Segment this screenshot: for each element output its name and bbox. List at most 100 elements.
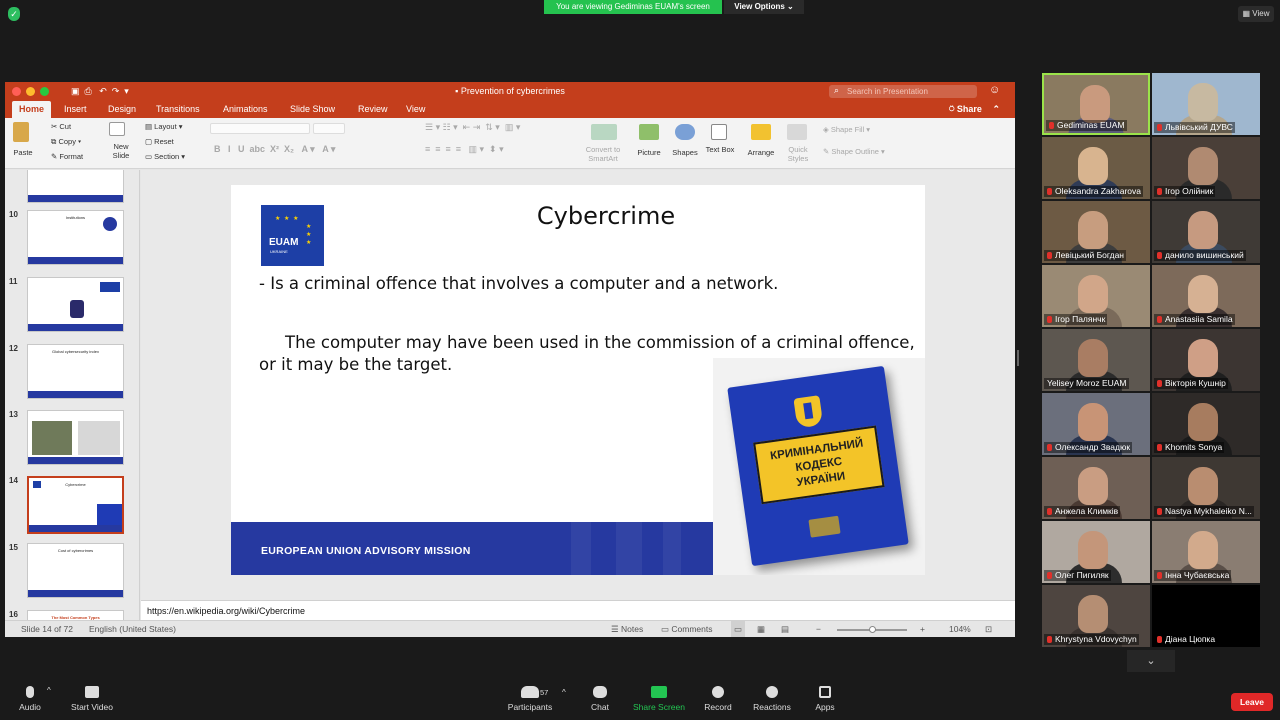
font-family-select[interactable] [210, 123, 310, 134]
section-button[interactable]: ▭ Section ▾ [145, 152, 185, 161]
tab-insert[interactable]: Insert [57, 101, 94, 118]
language-indicator[interactable]: English (United States) [89, 621, 176, 637]
audio-options-caret[interactable]: ^ [47, 686, 51, 695]
shape-fill-button[interactable]: ◈ Shape Fill ▾ [823, 125, 870, 134]
participants-button[interactable]: Participants [495, 682, 565, 712]
copy-button[interactable]: ⧉ Copy ▾ [51, 137, 81, 146]
view-options-button[interactable]: View Options ⌄ [724, 0, 804, 14]
decor-stripe [663, 522, 681, 575]
participant-tile[interactable]: Діана Цюпка [1152, 585, 1260, 647]
quick-styles-icon[interactable] [787, 124, 807, 140]
tab-animations[interactable]: Animations [216, 101, 275, 118]
participant-tile[interactable]: Олег Пигиляк [1042, 521, 1150, 583]
participant-tile[interactable]: Nastya Mykhaleiko N... [1152, 457, 1260, 519]
security-shield-icon[interactable]: ✓ [8, 7, 20, 21]
participant-tile[interactable]: Анжела Климків [1042, 457, 1150, 519]
picture-icon[interactable] [639, 124, 659, 140]
slide-sorter-icon[interactable]: ▦ [757, 621, 765, 637]
participant-tile[interactable]: Oleksandra Zakharova [1042, 137, 1150, 199]
alignment-buttons[interactable]: ≡ ≡ ≡ ≡ ▥ ▾ ⬍ ▾ [425, 145, 504, 154]
participant-tile[interactable]: Khrystyna Vdovychyn [1042, 585, 1150, 647]
text-format-buttons[interactable]: B I U abc X² X₂ A ▾ A ▾ [214, 145, 335, 154]
shape-outline-button[interactable]: ✎ Shape Outline ▾ [823, 147, 885, 156]
slide-title[interactable]: Cybercrime [471, 202, 741, 230]
slide-thumbnail-panel[interactable]: 10 Institutions 11 12 Global cybersecuri… [5, 170, 140, 620]
share-button[interactable]: ⍥ Share ⌃ [949, 101, 1000, 118]
tab-transitions[interactable]: Transitions [149, 101, 207, 118]
participant-tile[interactable]: Вікторія Кушнір [1152, 329, 1260, 391]
paste-icon[interactable] [13, 122, 29, 142]
shapes-label[interactable]: Shapes [669, 148, 701, 157]
quick-styles-label[interactable]: Quick Styles [781, 145, 815, 163]
font-size-select[interactable] [313, 123, 345, 134]
audio-button[interactable]: Audio [0, 682, 65, 712]
participant-name-text: данило вишинський [1165, 250, 1244, 260]
apps-button[interactable]: Apps [790, 682, 860, 712]
tab-home[interactable]: Home [12, 101, 52, 118]
participant-tile[interactable]: Ігор Палянчк [1042, 265, 1150, 327]
slide-thumbnail-10[interactable]: Institutions [27, 210, 124, 265]
view-button[interactable]: ▦ View [1238, 6, 1274, 22]
zoom-out-button[interactable]: − [816, 621, 821, 637]
participant-tile[interactable]: Левіцький Богдан [1042, 201, 1150, 263]
gallery-next-page-button[interactable]: ⌄ [1127, 650, 1175, 672]
tab-review[interactable]: Review [351, 101, 395, 118]
speaker-notes[interactable]: https://en.wikipedia.org/wiki/Cybercrime [141, 600, 1015, 620]
participant-tile[interactable]: Yelisey Moroz EUAM [1042, 329, 1150, 391]
search-in-presentation-input[interactable]: Search in Presentation [829, 85, 977, 98]
fit-to-window-icon[interactable]: ⊡ [985, 621, 992, 637]
participant-tile[interactable]: Gediminas EUAM [1042, 73, 1150, 135]
participant-tile[interactable]: Khomits Sonya [1152, 393, 1260, 455]
new-slide-icon[interactable] [109, 122, 125, 136]
zoom-slider-handle[interactable] [869, 626, 876, 633]
participant-face [1078, 339, 1108, 377]
normal-view-icon[interactable]: ▭ [731, 621, 746, 637]
convert-smartart-label[interactable]: Convert to SmartArt [579, 145, 627, 163]
text-box-label[interactable]: Text Box [705, 145, 735, 154]
participant-tile[interactable]: Олександр Звадюк [1042, 393, 1150, 455]
layout-button[interactable]: ▤ Layout ▾ [145, 122, 183, 131]
tab-view[interactable]: View [399, 101, 432, 118]
slide-thumbnail-12[interactable]: Global cybersecurity index [27, 344, 124, 399]
tab-design[interactable]: Design [101, 101, 143, 118]
cut-button[interactable]: ✂ Cut [51, 122, 71, 131]
slide-editing-area[interactable]: ★ ★ ★ ★ ★ ★ EUAM UKRAINE Cybercrime - Is a… [141, 170, 1015, 600]
arrange-label[interactable]: Arrange [743, 148, 779, 157]
participant-tile[interactable]: Інна Чубаєвська [1152, 521, 1260, 583]
tab-slide-show[interactable]: Slide Show [283, 101, 342, 118]
format-painter-button[interactable]: ✎ Format [51, 152, 83, 161]
smiley-feedback-icon[interactable]: ☺ [989, 84, 1000, 96]
slide-thumbnail-11[interactable] [27, 277, 124, 332]
slide-thumbnail-15[interactable]: Cost of cybercrimes [27, 543, 124, 598]
reset-button[interactable]: ▢ Reset [145, 137, 174, 146]
participant-tile[interactable]: данило вишинський [1152, 201, 1260, 263]
new-slide-label[interactable]: New Slide [105, 142, 137, 160]
thumb-footer [29, 525, 122, 532]
zoom-in-button[interactable]: + [920, 621, 925, 637]
slide-thumbnail-13[interactable] [27, 410, 124, 465]
participant-tile[interactable]: Ігор Олійник [1152, 137, 1260, 199]
participant-tile[interactable]: Львівський ДУВС [1152, 73, 1260, 135]
picture-label[interactable]: Picture [633, 148, 665, 157]
text-box-icon[interactable] [711, 124, 727, 140]
slide-thumbnail-16[interactable]: The Most Common Types [27, 610, 124, 620]
smartart-icon[interactable] [591, 124, 617, 140]
notes-button[interactable]: ☰ Notes [611, 621, 643, 637]
list-buttons[interactable]: ☰ ▾ ☷ ▾ ⇤ ⇥ ⇅ ▾ ▥ ▾ [425, 123, 520, 132]
reading-view-icon[interactable]: ▤ [781, 621, 789, 637]
slide-thumbnail-14[interactable]: Cybercrime [27, 476, 124, 534]
arrange-icon[interactable] [751, 124, 771, 140]
slide-bullet[interactable]: - Is a criminal offence that involves a … [259, 274, 778, 293]
leave-meeting-button[interactable]: Leave [1231, 693, 1273, 711]
criminal-code-book-image[interactable]: КРИМІНАЛЬНИЙ КОДЕКС УКРАЇНИ [713, 358, 925, 575]
slide-thumbnail-9[interactable] [27, 170, 124, 203]
panel-resize-handle[interactable] [1017, 350, 1019, 366]
current-slide[interactable]: ★ ★ ★ ★ ★ ★ EUAM UKRAINE Cybercrime - Is a… [231, 185, 925, 575]
start-video-button[interactable]: Start Video [57, 682, 127, 712]
participant-tile[interactable]: Anastasiia Samila [1152, 265, 1260, 327]
zoom-level[interactable]: 104% [949, 621, 971, 637]
paste-button-label[interactable]: Paste [9, 148, 37, 157]
comments-button[interactable]: ▭ Comments [661, 621, 713, 637]
thumbnail-number: 14 [9, 476, 18, 485]
shapes-icon[interactable] [675, 124, 695, 140]
